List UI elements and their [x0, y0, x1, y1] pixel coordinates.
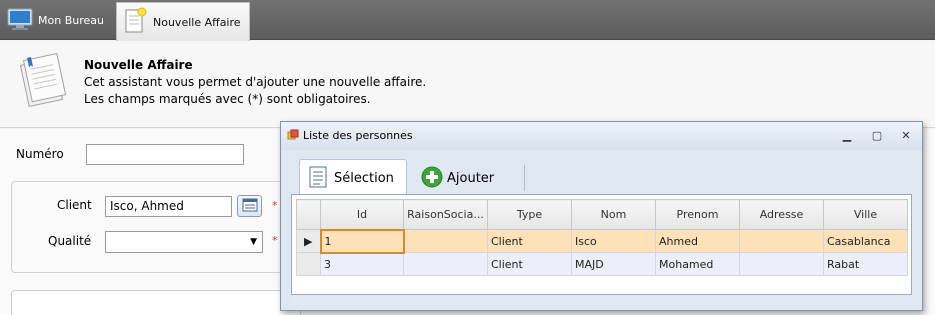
browse-client-button[interactable] [237, 195, 262, 217]
cell-type[interactable]: Client [487, 252, 572, 276]
row-header [296, 252, 321, 276]
tab-mon-bureau-label: Mon Bureau [38, 13, 104, 27]
tab-bar: Mon Bureau Nouvelle Affaire [0, 0, 935, 41]
table-row[interactable]: ▶ 1 Client Isco Ahmed Casablanca [296, 228, 908, 254]
page-title: Nouvelle Affaire [84, 58, 193, 72]
cell-id[interactable]: 1 [319, 228, 405, 254]
cell-raison-sociale[interactable] [403, 252, 488, 276]
minimize-button[interactable]: ▁ [837, 127, 857, 143]
tab-mon-bureau[interactable]: Mon Bureau [0, 0, 114, 40]
client-input[interactable]: Isco, Ahmed [105, 196, 232, 217]
column-header-raison-sociale[interactable]: RaisonSocia... [403, 199, 488, 230]
maximize-button[interactable]: ▢ [867, 127, 887, 143]
qualite-required-mark: * [272, 234, 278, 247]
cell-raison-sociale[interactable] [403, 229, 488, 253]
grid-header-row: Id RaisonSocia... Type Nom Prenom Adress… [296, 199, 908, 230]
column-header-nom[interactable]: Nom [571, 199, 656, 230]
cell-ville[interactable]: Rabat [823, 252, 908, 276]
cell-nom[interactable]: MAJD [571, 252, 656, 276]
plus-icon [421, 166, 443, 191]
dropdown-arrow-icon: ▼ [250, 237, 257, 247]
column-header-adresse[interactable]: Adresse [739, 199, 824, 230]
close-button[interactable]: ✕ [896, 127, 916, 143]
column-header-prenom[interactable]: Prenom [655, 199, 740, 230]
page-description: Cet assistant vous permet d'ajouter une … [84, 75, 427, 89]
new-document-icon [123, 7, 147, 38]
close-icon: ✕ [901, 128, 911, 142]
persons-grid: Id RaisonSocia... Type Nom Prenom Adress… [291, 194, 912, 295]
selection-label: Sélection [334, 170, 394, 186]
cell-nom[interactable]: Isco [571, 229, 656, 253]
toolbar-separator [524, 165, 525, 191]
cell-prenom[interactable]: Mohamed [655, 252, 740, 276]
cell-prenom[interactable]: Ahmed [655, 229, 740, 253]
window-icon [287, 129, 299, 144]
add-button[interactable]: Ajouter [421, 163, 511, 193]
tab-nouvelle-affaire[interactable]: Nouvelle Affaire [116, 2, 250, 41]
documents-icon [14, 49, 72, 114]
persons-table: Id RaisonSocia... Type Nom Prenom Adress… [296, 199, 908, 276]
numero-label: Numéro [16, 147, 64, 161]
qualite-select[interactable]: ▼ [105, 231, 263, 253]
minimize-icon: ▁ [842, 128, 852, 142]
client-required-mark: * [272, 199, 278, 212]
add-label: Ajouter [447, 170, 495, 186]
column-header-id[interactable]: Id [320, 199, 404, 230]
cell-adresse[interactable] [739, 229, 824, 253]
dialog-footer [291, 295, 912, 305]
table-row[interactable]: 3 Client MAJD Mohamed Rabat [296, 252, 908, 276]
cell-type[interactable]: Client [487, 229, 572, 253]
wizard-header: Nouvelle Affaire Cet assistant vous perm… [0, 41, 935, 128]
monitor-icon [6, 7, 34, 34]
column-header-ville[interactable]: Ville [823, 199, 908, 230]
secondary-group [11, 290, 301, 315]
dialog-toolbar: Sélection Ajouter [295, 157, 909, 196]
tab-nouvelle-affaire-label: Nouvelle Affaire [153, 15, 241, 29]
dialog-title-bar[interactable]: Liste des personnes ▁ ▢ ✕ [281, 122, 922, 150]
list-icon [242, 198, 258, 215]
persons-dialog: Liste des personnes ▁ ▢ ✕ Sélection Ajou… [280, 121, 923, 311]
qualite-label: Qualité [48, 234, 92, 248]
cell-ville[interactable]: Casablanca [823, 229, 908, 253]
document-list-icon [308, 165, 328, 192]
numero-input[interactable] [86, 144, 244, 165]
required-fields-note: Les champs marqués avec (*) sont obligat… [84, 92, 371, 106]
row-pointer-icon: ▶ [296, 229, 321, 253]
column-header-type[interactable]: Type [487, 199, 572, 230]
row-header-corner [296, 199, 321, 230]
dialog-title: Liste des personnes [303, 129, 413, 142]
cell-adresse[interactable] [739, 252, 824, 276]
client-label: Client [57, 198, 92, 212]
maximize-icon: ▢ [871, 128, 883, 142]
cell-id[interactable]: 3 [320, 252, 404, 276]
selection-button[interactable]: Sélection [299, 159, 407, 196]
